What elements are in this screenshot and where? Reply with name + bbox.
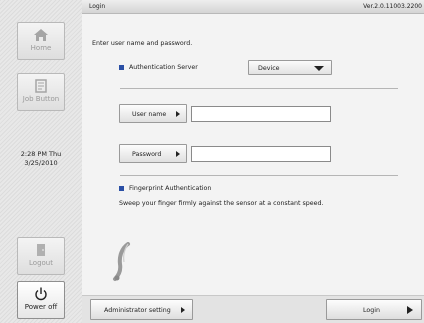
arrow-right-icon [176,151,180,157]
fingerprint-label: Fingerprint Authentication [129,185,212,192]
administrator-setting-button[interactable]: Administrator setting [90,299,193,320]
username-button[interactable]: User name [119,104,187,123]
version-text: Ver.2.0.11003.2200 [363,3,422,10]
auth-server-bullet [119,65,124,70]
power-off-button[interactable]: Power off [17,281,65,319]
logout-label: Logout [29,259,53,267]
power-off-label: Power off [24,303,58,311]
auth-server-select[interactable]: Device [248,60,332,75]
instruction-text: Enter user name and password. [92,40,193,47]
clock-date: 3/25/2010 [24,159,58,167]
page-title: Login [89,3,106,10]
job-button-label: Job Button [22,95,60,103]
logout-icon [37,244,45,256]
clock-time: 2:28 PM Thu [20,150,62,158]
fingerprint-bullet [119,186,124,191]
arrow-right-icon [176,111,180,117]
fingerprint-sensor-icon [113,242,130,281]
arrow-right-icon [181,307,185,313]
divider [120,175,398,176]
username-input[interactable] [191,106,331,122]
divider [120,88,398,89]
fingerprint-instruction: Sweep your finger firmly against the sen… [119,200,324,207]
sidebar: Home Job Button 2:28 PM Thu 3/25/2010 Lo… [0,0,82,323]
home-icon [34,29,48,41]
chevron-down-icon [314,66,324,71]
login-button-label: Login [363,307,380,314]
logout-button[interactable]: Logout [17,237,65,275]
username-button-label: User name [132,111,167,118]
bottom-bar: Administrator setting Login [82,295,424,323]
arrow-right-icon [407,306,413,314]
administrator-setting-label: Administrator setting [104,307,171,314]
job-icon [35,79,47,93]
main-panel: Login Ver.2.0.11003.2200 Enter user name… [82,0,424,323]
password-input[interactable] [191,146,331,162]
auth-server-label: Authentication Server [129,64,198,71]
job-button[interactable]: Job Button [17,73,65,111]
password-button[interactable]: Password [119,144,187,163]
password-button-label: Password [132,151,162,158]
auth-server-value: Device [258,65,280,72]
clock: 2:28 PM Thu 3/25/2010 [0,150,82,168]
home-label: Home [30,44,52,52]
title-bar: Login Ver.2.0.11003.2200 [82,0,424,14]
login-button[interactable]: Login [326,299,422,320]
power-icon [35,287,47,301]
home-button[interactable]: Home [17,22,65,60]
